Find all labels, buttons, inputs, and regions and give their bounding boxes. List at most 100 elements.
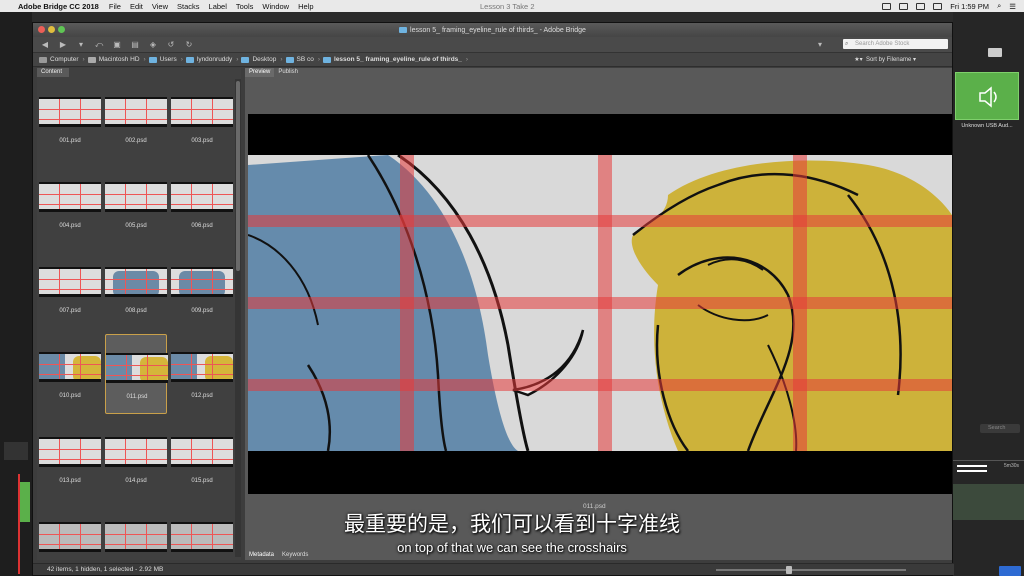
menu-help[interactable]: Help xyxy=(298,2,313,11)
menu-edit[interactable]: Edit xyxy=(130,2,143,11)
thumbnail-label: 006.psd xyxy=(191,223,213,229)
crumb-sb-co[interactable]: SB co › xyxy=(285,56,320,63)
camera-import-icon[interactable]: ▣ xyxy=(111,40,123,49)
timecode: 5m30s xyxy=(1004,463,1020,469)
zoom-button[interactable] xyxy=(58,26,65,33)
window-titlebar[interactable]: lesson 5_ framing_eyeline_rule of thirds… xyxy=(33,23,952,37)
folder-icon xyxy=(285,56,294,63)
back-icon[interactable]: ◀ xyxy=(39,40,51,49)
thumbnail-item[interactable]: 008.psd xyxy=(105,249,167,329)
thumbnail-label: 003.psd xyxy=(191,138,213,144)
crumb-computer[interactable]: Computer › xyxy=(39,56,85,63)
crumb-current-folder[interactable]: lesson 5_ framing_eyeline_rule of thirds… xyxy=(323,56,468,63)
open-in-camera-raw-icon[interactable]: ◈ xyxy=(147,40,159,49)
thumbnail-image xyxy=(106,353,168,383)
thumbnail-item[interactable]: 011.psd xyxy=(105,334,168,414)
thumbnail-image xyxy=(39,267,101,297)
folder-icon xyxy=(323,56,332,63)
boomerang-icon[interactable]: ⤺ xyxy=(93,40,105,49)
thumbnail-label: 015.psd xyxy=(191,478,213,484)
wifi-icon[interactable] xyxy=(916,2,926,10)
folder-icon xyxy=(148,56,157,63)
thumbnail-image xyxy=(105,97,167,127)
star-filter-icon[interactable]: ★▾ xyxy=(854,57,862,63)
battery-icon[interactable] xyxy=(933,2,943,10)
thumbnail-item[interactable]: 003.psd xyxy=(171,79,233,159)
thumbnail-item[interactable]: 005.psd xyxy=(105,164,167,244)
clock[interactable]: Fri 1:59 PM xyxy=(950,2,989,11)
thumbnail-item[interactable]: 001.psd xyxy=(39,79,101,159)
menu-label[interactable]: Label xyxy=(209,2,227,11)
subtitle-english: on top of that we can see the crosshairs xyxy=(397,540,627,555)
thumbnail-label: 008.psd xyxy=(125,308,147,314)
thumbnail-item[interactable]: 004.psd xyxy=(39,164,101,244)
background-window-title: Lesson 3 Take 2 xyxy=(480,1,535,11)
thumbnail-grid: 001.psd 002.psd 003.psd 004.psd 005.psd 006.p… xyxy=(37,79,233,559)
storyboard-drawing xyxy=(248,155,952,451)
thumbnail-image xyxy=(105,267,167,297)
spotlight-icon[interactable]: ⌕ xyxy=(997,1,1001,11)
thumbnail-item[interactable]: 002.psd xyxy=(105,79,167,159)
zoom-level-badge[interactable] xyxy=(999,566,1021,576)
menu-tools[interactable]: Tools xyxy=(236,2,254,11)
crumb-user[interactable]: lyndonruddy › xyxy=(185,56,238,63)
minimize-button[interactable] xyxy=(48,26,55,33)
forward-icon[interactable]: ▶ xyxy=(57,40,69,49)
sort-dropdown[interactable]: ★▾ Sort by Filename ▾ xyxy=(854,56,916,63)
screen-icon[interactable] xyxy=(882,2,892,10)
panel-collapse-button[interactable] xyxy=(4,442,28,460)
computer-icon xyxy=(39,56,47,63)
menu-window[interactable]: Window xyxy=(262,2,289,11)
slider-thumb[interactable] xyxy=(786,566,792,574)
search-input[interactable]: ⌕ Search Adobe Stock xyxy=(843,39,948,49)
notification-center-icon[interactable]: ☰ xyxy=(1009,2,1016,11)
thumbnail-size-slider[interactable] xyxy=(716,566,906,574)
close-button[interactable] xyxy=(38,26,45,33)
thumbnail-label: 011.psd xyxy=(126,394,148,400)
refine-icon[interactable]: ▤ xyxy=(129,40,141,49)
thumbnail-label: 012.psd xyxy=(191,393,213,399)
thumbnail-item[interactable]: 013.psd xyxy=(39,419,101,499)
thumbnail-label: 007.psd xyxy=(59,308,81,314)
menu-file[interactable]: File xyxy=(109,2,121,11)
menu-view[interactable]: View xyxy=(152,2,168,11)
thumbnail-label: 002.psd xyxy=(125,138,147,144)
preview-panel: Preview Publish xyxy=(245,68,952,560)
side-search-input[interactable]: Search xyxy=(980,424,1020,433)
thumbnail-image xyxy=(171,437,233,467)
tab-content[interactable]: Content xyxy=(37,68,69,77)
tab-publish[interactable]: Publish xyxy=(274,68,302,77)
crumb-desktop[interactable]: Desktop › xyxy=(241,56,283,63)
thumbnail-item[interactable]: 009.psd xyxy=(171,249,233,329)
thumbnail-item[interactable]: 015.psd xyxy=(171,419,233,499)
volume-icon[interactable] xyxy=(899,2,909,10)
thumbnail-item[interactable]: 012.psd xyxy=(171,334,233,414)
workspace-menu-icon[interactable]: ▾ xyxy=(814,40,826,49)
rotate-right-icon[interactable]: ↻ xyxy=(183,40,195,49)
crumb-macintosh-hd[interactable]: Macintosh HD › xyxy=(87,56,146,63)
tab-preview[interactable]: Preview xyxy=(245,68,275,77)
menu-stacks[interactable]: Stacks xyxy=(177,2,200,11)
recent-icon[interactable]: ▾ xyxy=(75,40,87,49)
grid-view-icon[interactable] xyxy=(988,48,1002,57)
rotate-left-icon[interactable]: ↺ xyxy=(165,40,177,49)
crumb-users[interactable]: Users › xyxy=(148,56,183,63)
thumbnail-item[interactable]: 007.psd xyxy=(39,249,101,329)
thumbnail-label: 001.psd xyxy=(59,138,81,144)
thumbnail-item[interactable]: 006.psd xyxy=(171,164,233,244)
thumbnail-label: 005.psd xyxy=(125,223,147,229)
thumbnail-label: 004.psd xyxy=(59,223,81,229)
preview-image[interactable] xyxy=(248,114,952,494)
drive-icon xyxy=(87,56,96,63)
right-toolbar xyxy=(955,28,1021,38)
app-menu[interactable]: Adobe Bridge CC 2018 xyxy=(18,2,99,11)
thumbnail-image xyxy=(39,352,101,382)
content-scrollbar[interactable] xyxy=(235,79,241,557)
speaker-icon xyxy=(979,86,997,108)
preview-tabs: Preview Publish xyxy=(245,68,952,77)
storyboard-artwork xyxy=(248,155,952,451)
audio-device-tile[interactable] xyxy=(955,72,1019,120)
thumbnail-item[interactable]: 010.psd xyxy=(39,334,101,414)
thumbnail-item[interactable]: 014.psd xyxy=(105,419,167,499)
scrollbar-thumb[interactable] xyxy=(236,81,240,271)
